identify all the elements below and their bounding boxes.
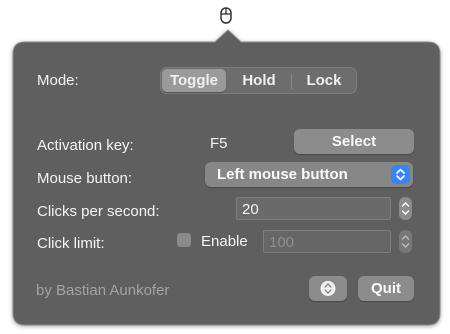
popover-panel: Mode: Toggle Hold Lock Activation key: F… bbox=[12, 29, 441, 326]
activation-key-label: Activation key: bbox=[37, 137, 134, 154]
mode-label: Mode: bbox=[37, 72, 79, 89]
updown-chevron-icon bbox=[391, 165, 410, 184]
click-limit-label: Click limit: bbox=[37, 235, 105, 252]
cps-label: Clicks per second: bbox=[37, 203, 160, 220]
mode-segmented-control[interactable]: Toggle Hold Lock bbox=[160, 67, 357, 94]
mode-hold-segment[interactable]: Hold bbox=[227, 69, 291, 92]
mode-toggle-segment[interactable]: Toggle bbox=[162, 69, 226, 92]
chevron-circle-icon bbox=[320, 281, 336, 296]
mouse-button-popup[interactable]: Left mouse button bbox=[205, 162, 413, 187]
menubar-mouse-icon[interactable] bbox=[218, 3, 234, 25]
click-limit-checkbox[interactable] bbox=[177, 233, 191, 247]
quit-button[interactable]: Quit bbox=[358, 276, 414, 301]
cps-stepper[interactable] bbox=[399, 197, 412, 220]
click-limit-input[interactable]: 100 bbox=[263, 230, 391, 253]
mouse-button-label: Mouse button: bbox=[37, 170, 133, 187]
mouse-button-value: Left mouse button bbox=[217, 166, 348, 183]
cps-input[interactable]: 20 bbox=[236, 197, 391, 220]
select-key-button[interactable]: Select bbox=[294, 129, 414, 154]
mode-lock-segment[interactable]: Lock bbox=[292, 69, 356, 92]
info-button[interactable] bbox=[309, 276, 347, 301]
click-limit-enable-label[interactable]: Enable bbox=[201, 233, 248, 250]
author-credit: by Bastian Aunkofer bbox=[36, 282, 170, 299]
activation-key-value: F5 bbox=[210, 135, 228, 152]
click-limit-stepper[interactable] bbox=[399, 230, 412, 253]
